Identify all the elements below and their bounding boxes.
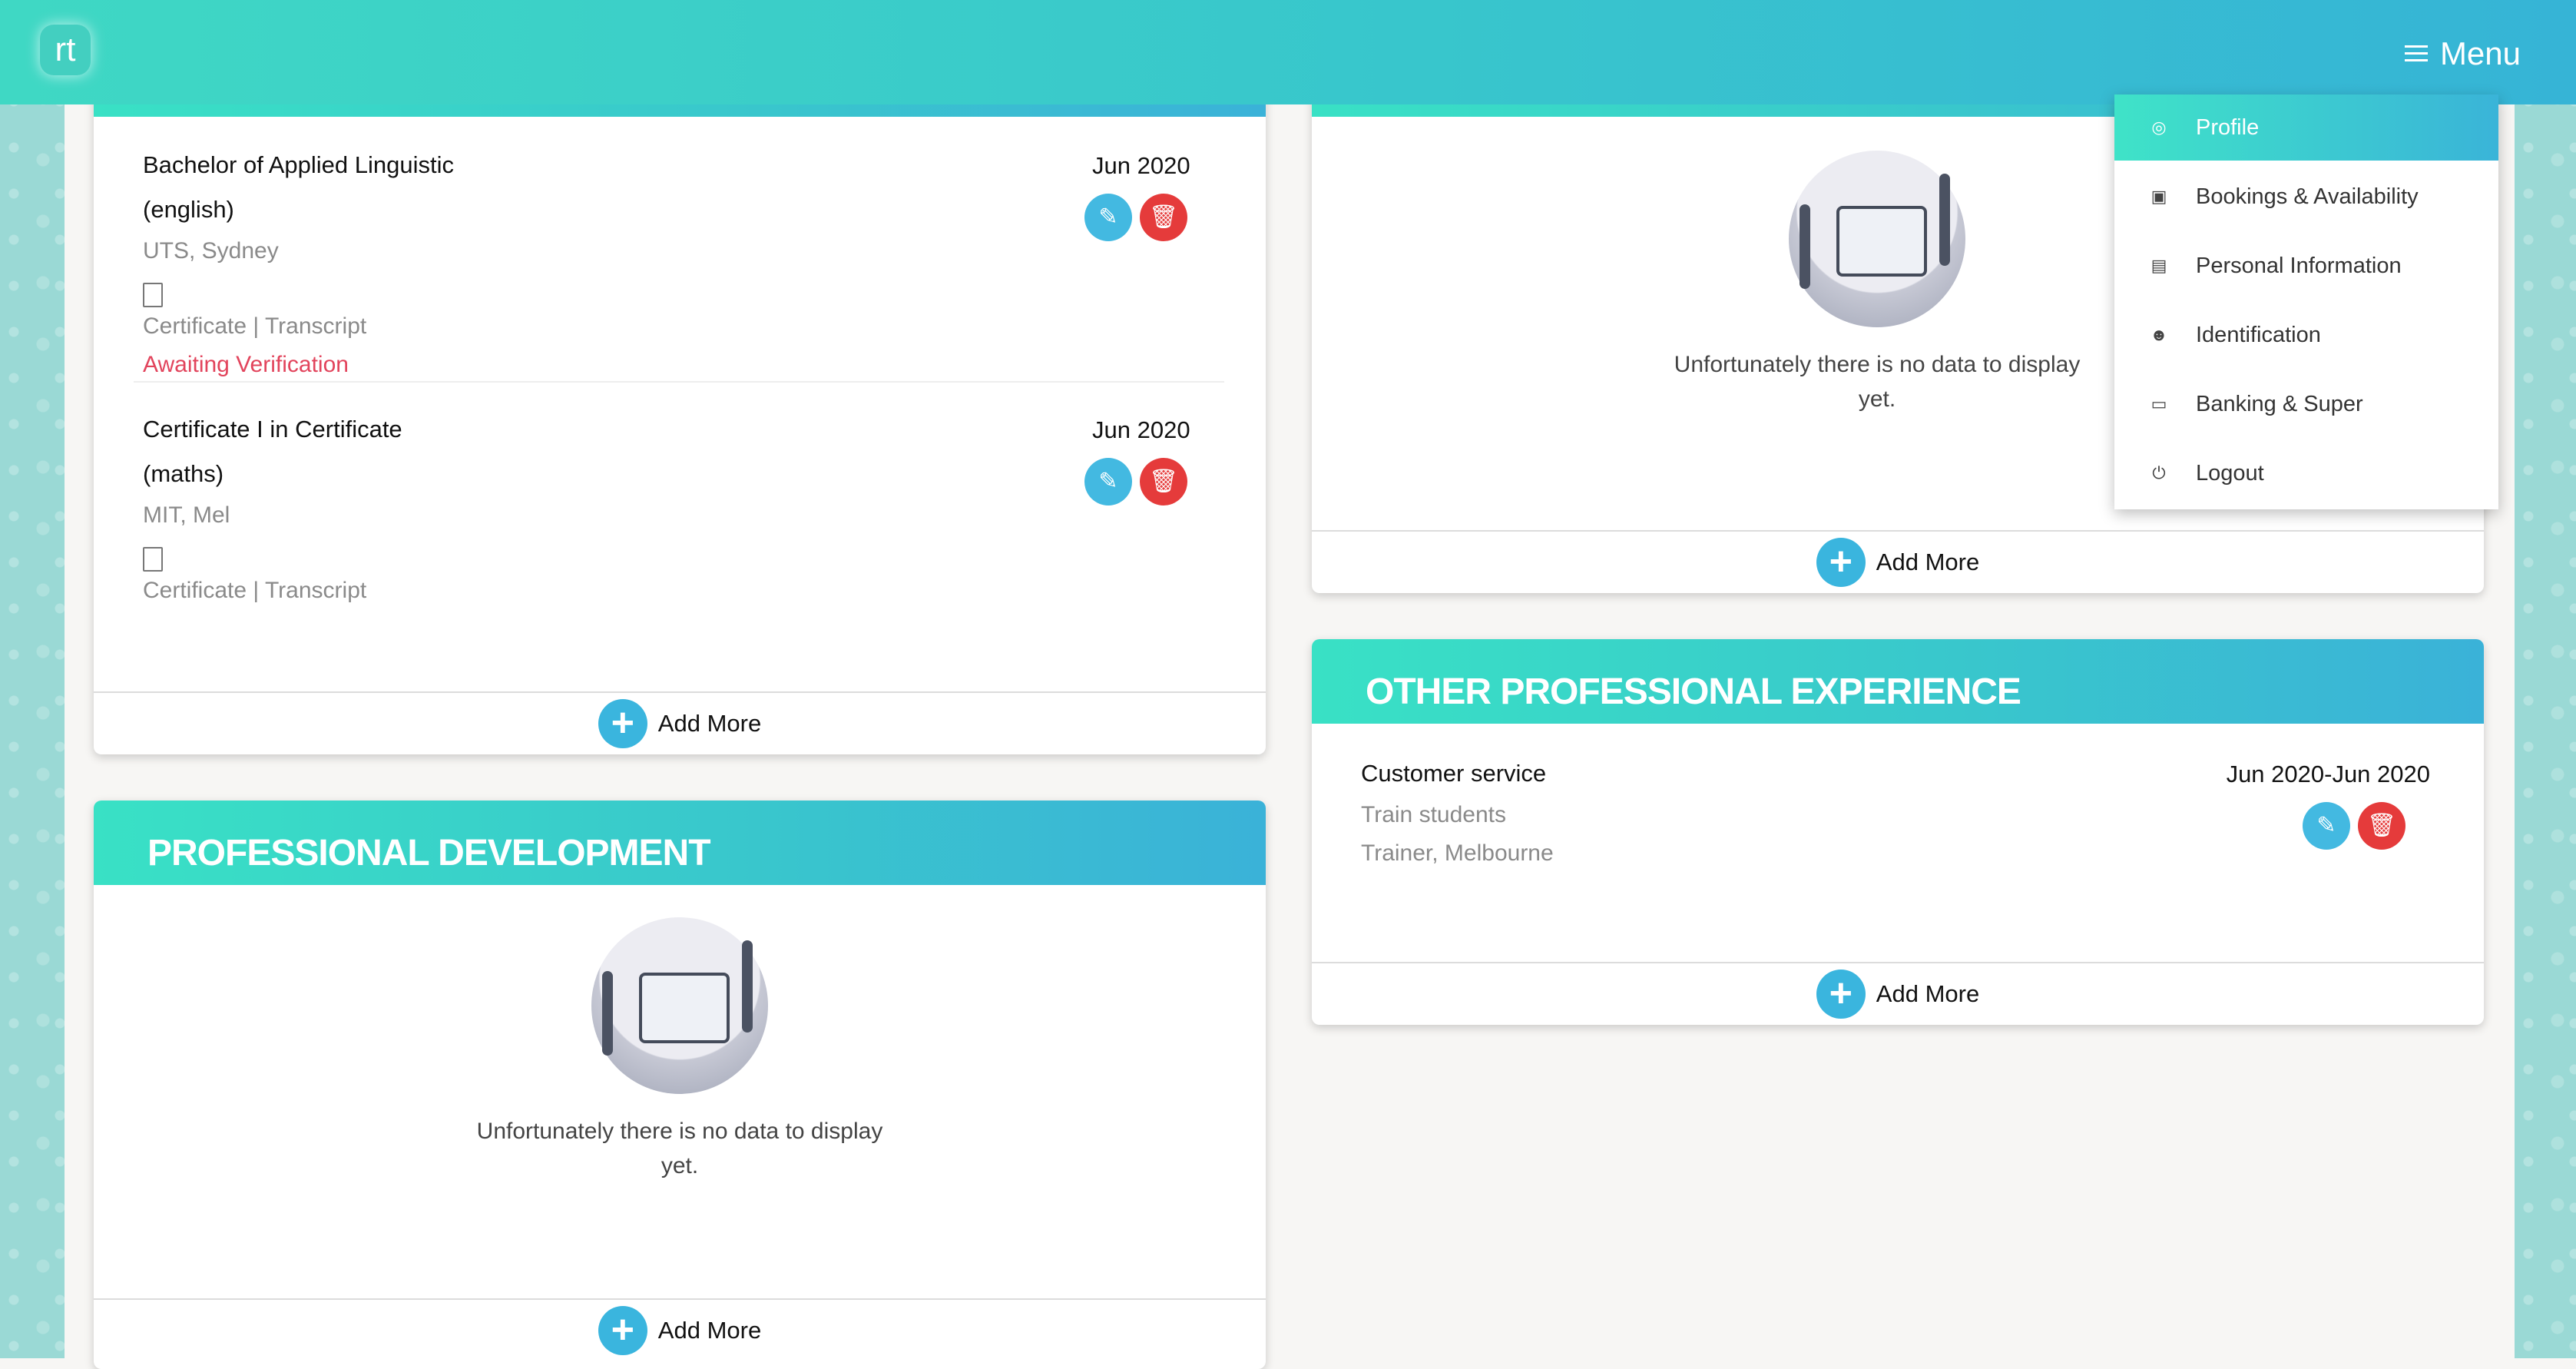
empty-state-illustration [1789, 151, 1965, 327]
entry-date: Jun 2020 [1092, 152, 1190, 179]
entry-documents-links[interactable]: Certificate | Transcript [143, 307, 604, 346]
menu-item-label: Logout [2196, 460, 2264, 486]
entry-date: Jun 2020 [1092, 416, 1190, 443]
menu-item-identification[interactable]: ☻ Identification [2114, 302, 2498, 368]
pencil-icon: ✎ [1098, 204, 1118, 230]
menu-item-label: Profile [2196, 114, 2260, 140]
card-title: OTHER PROFESSIONAL EXPERIENCE [1366, 671, 2021, 712]
menu-item-label: Identification [2196, 322, 2321, 347]
education-entry: Bachelor of Applied Linguistic (english)… [143, 143, 604, 384]
empty-state-message: Unfortunately there is no data to displa… [1570, 347, 2184, 416]
menu-item-personal-information[interactable]: ▤ Personal Information [2114, 233, 2498, 299]
document-icon [143, 283, 163, 307]
menu-item-banking-super[interactable]: ▭ Banking & Super [2114, 371, 2498, 437]
entry-title-line1: Certificate I in Certificate [143, 416, 402, 443]
top-navigation-bar: rt Menu [0, 0, 2576, 104]
trash-icon: 🗑 [1148, 469, 1179, 494]
plus-icon: + [598, 1306, 647, 1355]
hamburger-icon [2404, 45, 2428, 62]
professional-development-card: PROFESSIONAL DEVELOPMENT Unfortunately t… [94, 801, 1266, 1369]
trash-icon: 🗑 [1148, 204, 1179, 230]
entry-documents-links[interactable]: Certificate | Transcript [143, 572, 604, 610]
app-logo[interactable]: rt [40, 25, 91, 75]
left-background-pattern [0, 0, 65, 1358]
menu-item-profile[interactable]: ◎ Profile [2114, 94, 2498, 161]
add-more-button[interactable]: + Add More [94, 1298, 1266, 1361]
add-more-label: Add More [657, 710, 762, 737]
entry-institution: MIT, Mel [143, 502, 230, 528]
experience-entry: Customer service Train students Trainer,… [1361, 751, 1899, 873]
folder-icon [639, 973, 730, 1043]
add-more-button[interactable]: + Add More [1312, 530, 2484, 593]
right-background-pattern [2515, 0, 2576, 1358]
entry-title-line2: (maths) [143, 460, 224, 487]
delete-button[interactable]: 🗑 [2358, 802, 2405, 850]
empty-state-line2: yet. [1858, 386, 1896, 412]
plus-icon: + [1816, 970, 1866, 1019]
user-check-icon: ☻ [2150, 325, 2168, 344]
entry-role: Train students [1361, 802, 1506, 827]
plus-icon: + [598, 699, 647, 748]
id-card-icon: ▤ [2151, 256, 2167, 275]
education-entry: Certificate I in Certificate (maths) MIT… [143, 407, 604, 610]
entry-date: Jun 2020-Jun 2020 [2226, 761, 2430, 787]
menu-dropdown: ◎ Profile ▣ Bookings & Availability ▤ Pe… [2114, 94, 2498, 509]
menu-label: Menu [2439, 35, 2521, 71]
verification-status: Awaiting Verification [143, 352, 349, 377]
other-professional-experience-card: OTHER PROFESSIONAL EXPERIENCE Customer s… [1312, 639, 2484, 1025]
entry-location: Trainer, Melbourne [1361, 840, 1554, 866]
edit-button[interactable]: ✎ [1084, 458, 1132, 506]
menu-item-label: Personal Information [2196, 253, 2402, 278]
delete-button[interactable]: 🗑 [1140, 194, 1187, 241]
menu-item-label: Banking & Super [2196, 391, 2363, 416]
add-more-label: Add More [1876, 549, 1980, 575]
cactus-icon [742, 940, 753, 1033]
entry-title: Customer service [1361, 760, 1547, 787]
menu-item-bookings[interactable]: ▣ Bookings & Availability [2114, 164, 2498, 230]
power-icon: ⏻ [2152, 463, 2166, 482]
credit-card-icon: ▭ [2151, 394, 2167, 413]
other-experience-header: OTHER PROFESSIONAL EXPERIENCE [1312, 639, 2484, 724]
folder-icon [1836, 206, 1927, 277]
add-more-label: Add More [657, 1317, 762, 1344]
add-more-button[interactable]: + Add More [94, 691, 1266, 754]
cactus-icon [1939, 174, 1950, 266]
edit-button[interactable]: ✎ [2303, 802, 2350, 850]
add-more-label: Add More [1876, 980, 1980, 1007]
document-icon [143, 547, 163, 572]
entry-institution: UTS, Sydney [143, 238, 279, 264]
trash-icon: 🗑 [2366, 813, 2397, 838]
empty-state-line1: Unfortunately there is no data to displa… [1674, 352, 2081, 377]
pencil-icon: ✎ [2316, 813, 2336, 838]
calendar-check-icon: ▣ [2151, 187, 2167, 206]
user-circle-icon: ◎ [2151, 118, 2167, 137]
empty-state-line2: yet. [661, 1153, 699, 1178]
edit-button[interactable]: ✎ [1084, 194, 1132, 241]
add-more-button[interactable]: + Add More [1312, 962, 2484, 1025]
empty-state-illustration [591, 917, 768, 1094]
empty-state-message: Unfortunately there is no data to displa… [372, 1114, 987, 1183]
pencil-icon: ✎ [1098, 469, 1118, 494]
menu-button[interactable]: Menu [2404, 32, 2521, 75]
menu-item-logout[interactable]: ⏻ Logout [2114, 440, 2498, 506]
card-title: PROFESSIONAL DEVELOPMENT [147, 833, 711, 873]
plus-icon: + [1816, 538, 1866, 587]
empty-state-line1: Unfortunately there is no data to displa… [476, 1119, 883, 1144]
education-card: Bachelor of Applied Linguistic (english)… [94, 77, 1266, 754]
cactus-icon [602, 971, 613, 1056]
entry-divider [134, 381, 1224, 383]
entry-title-line1: Bachelor of Applied Linguistic [143, 151, 454, 178]
menu-item-label: Bookings & Availability [2196, 184, 2419, 209]
professional-development-header: PROFESSIONAL DEVELOPMENT [94, 801, 1266, 885]
entry-title-line2: (english) [143, 196, 234, 223]
delete-button[interactable]: 🗑 [1140, 458, 1187, 506]
cactus-icon [1800, 204, 1810, 289]
